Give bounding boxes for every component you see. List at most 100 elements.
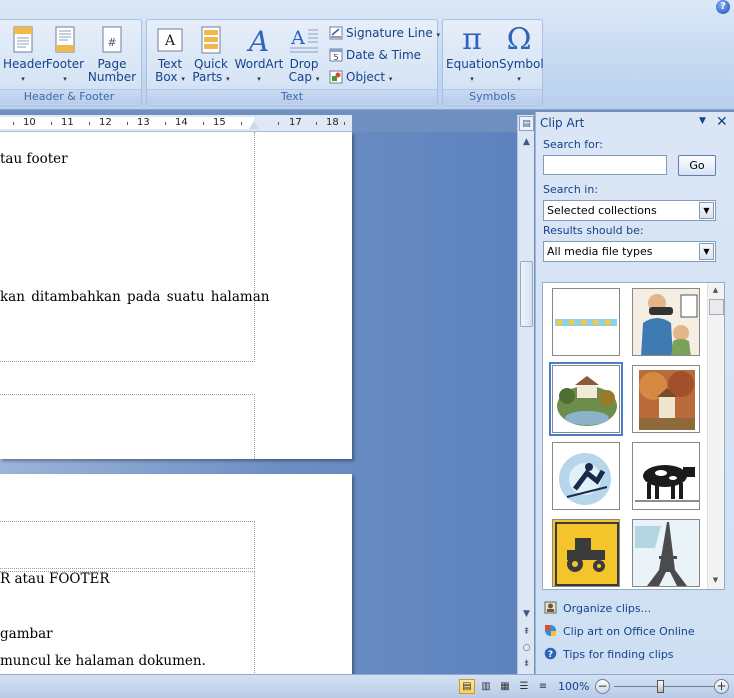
right-indent-marker[interactable] xyxy=(249,121,259,129)
browse-object-icon[interactable]: ○ xyxy=(519,641,534,656)
horizontal-ruler[interactable]: 10 11 12 13 14 15 17 18 xyxy=(0,115,352,132)
drop-cap-button[interactable]: A Drop Cap ▾ xyxy=(285,24,323,90)
svg-text:A: A xyxy=(246,25,269,56)
text-box-button[interactable]: A Text Box ▾ xyxy=(151,24,189,90)
scroll-up-icon[interactable]: ▲ xyxy=(708,283,723,298)
help-icon[interactable]: ? xyxy=(716,0,730,14)
clip-cow[interactable] xyxy=(632,442,700,510)
chevron-down-icon: ▾ xyxy=(63,75,67,83)
office-online-icon xyxy=(545,625,556,636)
chevron-down-icon: ▾ xyxy=(517,75,521,83)
results-scrollbar[interactable]: ▲ ▼ xyxy=(707,283,724,589)
ruler-tick xyxy=(13,122,14,125)
zoom-in-button[interactable]: + xyxy=(714,679,729,694)
zoom-slider-track[interactable] xyxy=(614,686,714,687)
clip-eye-exam[interactable] xyxy=(632,288,700,356)
status-bar: ▤ ▥ ▦ ☰ ≡ 100% − + xyxy=(0,674,734,698)
ruler-tick xyxy=(51,122,52,125)
ruler-toggle-icon[interactable]: ▤ xyxy=(519,116,534,131)
clip-art-online-link[interactable]: Clip art on Office Online xyxy=(544,624,695,642)
results-scroll-thumb[interactable] xyxy=(709,299,724,315)
help-icon: ? xyxy=(544,647,557,660)
document-page[interactable]: R atau FOOTER gambar muncul ke halaman d… xyxy=(0,474,352,674)
organize-clips-link[interactable]: Organize clips... xyxy=(544,601,651,619)
results-select[interactable]: All media file types ▼ xyxy=(543,241,716,262)
autumn-house-icon xyxy=(633,366,699,432)
scroll-thumb[interactable] xyxy=(520,261,533,327)
signature-line-button[interactable]: Signature Line ▾ xyxy=(329,23,440,43)
next-page-icon[interactable]: ⇟ xyxy=(519,657,534,672)
text-group-label: Text xyxy=(147,89,437,104)
print-layout-view-icon[interactable]: ▤ xyxy=(459,679,475,694)
previous-page-icon[interactable]: ⇞ xyxy=(519,625,534,640)
tips-link[interactable]: ? Tips for finding clips xyxy=(544,647,674,665)
chevron-down-icon[interactable]: ▼ xyxy=(699,202,714,219)
close-icon[interactable]: ✕ xyxy=(716,114,728,130)
search-in-value: Selected collections xyxy=(547,204,657,217)
omega-icon: Ω xyxy=(506,22,532,57)
full-screen-reading-view-icon[interactable]: ▥ xyxy=(478,679,494,694)
search-input[interactable] xyxy=(543,155,667,175)
document-text-line: gambar xyxy=(0,626,53,642)
footer-icon xyxy=(55,26,75,53)
document-page[interactable]: tau footer kan ditambahkan pada suatu ha… xyxy=(0,132,352,459)
document-text-line: kan ditambahkan pada suatu halaman xyxy=(0,289,270,305)
search-in-select[interactable]: Selected collections ▼ xyxy=(543,200,716,221)
page-number-button[interactable]: # Page Number ▾ xyxy=(87,24,137,96)
text-box-icon: A xyxy=(157,28,183,52)
pi-icon: π xyxy=(462,22,482,57)
wordart-icon: A xyxy=(246,25,269,56)
search-in-label: Search in: xyxy=(543,183,599,196)
results-value: All media file types xyxy=(547,245,653,258)
eye-exam-icon xyxy=(633,289,699,355)
svg-text:A: A xyxy=(290,27,305,49)
tractor-sign-icon xyxy=(553,520,619,586)
country-house-icon xyxy=(553,366,619,432)
wordart-button[interactable]: A WordArt ▾ xyxy=(233,24,285,90)
date-time-button[interactable]: 5 Date & Time xyxy=(329,45,421,65)
svg-text:?: ? xyxy=(548,650,553,660)
document-area: tau footer kan ditambahkan pada suatu ha… xyxy=(0,132,517,674)
clip-ski-jumper[interactable] xyxy=(552,442,620,510)
svg-text:5: 5 xyxy=(333,53,338,62)
clip-tractor-sign[interactable] xyxy=(552,519,620,587)
svg-text:A: A xyxy=(164,33,176,49)
header-button[interactable]: Header ▾ xyxy=(3,24,47,90)
go-button[interactable]: Go xyxy=(678,155,716,176)
cow-icon xyxy=(633,443,699,509)
page-number-icon: # xyxy=(102,26,122,53)
footer-button[interactable]: Footer ▾ xyxy=(45,24,85,90)
chevron-down-icon[interactable]: ▼ xyxy=(699,243,714,260)
zoom-slider-thumb[interactable] xyxy=(657,680,664,693)
clip-autumn-house[interactable] xyxy=(632,365,700,433)
scroll-down-icon[interactable]: ▼ xyxy=(708,573,723,588)
ruler-number: 10 xyxy=(23,117,36,128)
quick-parts-button[interactable]: Quick Parts ▾ xyxy=(191,24,231,90)
scroll-down-icon[interactable]: ▼ xyxy=(519,607,534,622)
ruler-tick xyxy=(127,122,128,125)
zoom-level[interactable]: 100% xyxy=(558,680,589,693)
equation-button[interactable]: π Equation ▾ xyxy=(446,22,499,90)
wordart-label: WordArt xyxy=(234,57,284,71)
search-label: Search for: xyxy=(543,138,603,151)
object-label: Object xyxy=(346,70,386,84)
drop-cap-label-2: Cap xyxy=(288,70,312,84)
clip-decorative-border[interactable] xyxy=(552,288,620,356)
object-icon xyxy=(329,70,343,84)
web-layout-view-icon[interactable]: ▦ xyxy=(497,679,513,694)
vertical-scrollbar[interactable]: ▤ ▲ ▼ ⇞ ○ ⇟ xyxy=(517,115,534,674)
clip-eiffel-tower[interactable] xyxy=(632,519,700,587)
scroll-up-icon[interactable]: ▲ xyxy=(519,135,534,150)
pane-menu-icon[interactable]: ▼ xyxy=(699,116,706,126)
header-footer-group: Header ▾ Footer ▾ # Page Number ▾ Header… xyxy=(0,19,142,106)
svg-text:#: # xyxy=(107,36,116,49)
draft-view-icon[interactable]: ≡ xyxy=(535,679,551,694)
ruler-tick xyxy=(89,122,90,125)
outline-view-icon[interactable]: ☰ xyxy=(516,679,532,694)
symbol-button[interactable]: Ω Symbol ▾ xyxy=(499,22,544,90)
chevron-down-icon: ▾ xyxy=(315,75,320,83)
clip-country-house[interactable] xyxy=(549,362,623,436)
zoom-out-button[interactable]: − xyxy=(595,679,610,694)
object-button[interactable]: Object ▾ xyxy=(329,67,392,87)
decorative-border-icon xyxy=(555,319,617,326)
